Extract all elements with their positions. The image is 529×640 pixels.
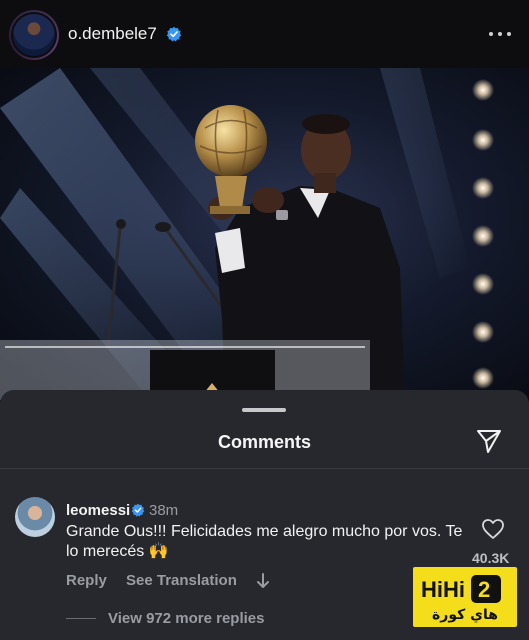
sheet-divider [0, 468, 529, 469]
heart-icon[interactable] [481, 518, 505, 540]
watermark-logo: HiHi 2 هاي كورة [413, 567, 517, 627]
arrow-down-icon[interactable] [256, 572, 270, 590]
svg-text:هاي كورة: هاي كورة [432, 607, 498, 624]
reply-button[interactable]: Reply [66, 572, 107, 589]
view-replies-button[interactable]: View 972 more replies [108, 610, 264, 627]
more-options-icon[interactable] [489, 24, 511, 44]
verified-icon [131, 503, 145, 517]
send-icon[interactable] [475, 427, 503, 455]
comment-text: Grande Ous!!! Felicidades me alegro much… [66, 523, 463, 560]
like-count: 40.3K [472, 550, 510, 566]
profile-avatar[interactable] [9, 10, 59, 60]
see-translation-button[interactable]: See Translation [126, 572, 237, 589]
post-photo[interactable] [0, 68, 529, 400]
verified-icon [166, 26, 182, 42]
comments-title: Comments [217, 432, 311, 452]
svg-text:2: 2 [478, 577, 490, 602]
post-username[interactable]: o.dembele7 [68, 24, 157, 44]
stage-lights [472, 79, 494, 389]
replies-line [66, 618, 96, 619]
commenter-avatar[interactable] [15, 497, 55, 537]
svg-text:HiHi: HiHi [421, 577, 465, 602]
drag-handle[interactable] [242, 408, 286, 412]
commenter-username[interactable]: leomessi [66, 502, 130, 519]
comment-time: 38m [149, 502, 179, 519]
post-header: o.dembele7 [0, 0, 529, 68]
